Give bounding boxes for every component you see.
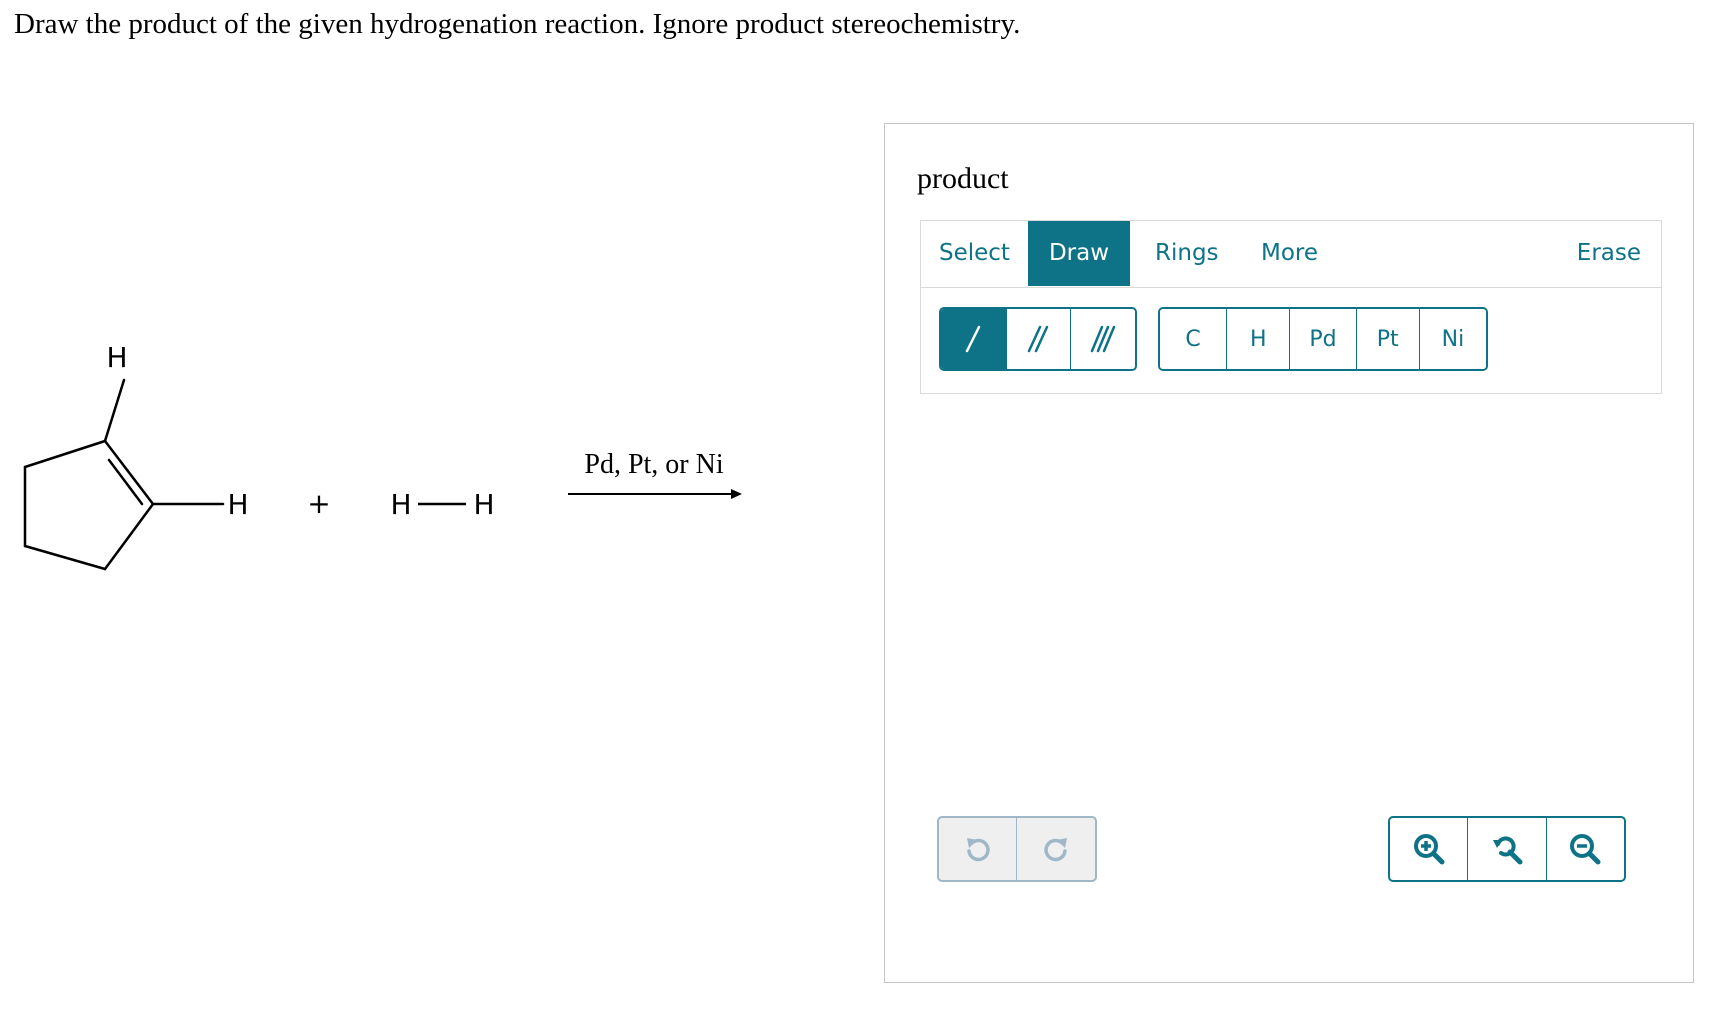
reaction-scheme: H H + H H Pd, Pt, or Ni bbox=[23, 341, 742, 571]
h2-right-atom: H bbox=[473, 488, 494, 521]
history-button-group bbox=[937, 816, 1097, 882]
bond-c3-c4 bbox=[23, 544, 107, 571]
bond-c2-c3 bbox=[103, 502, 155, 571]
editor-tab-bar: Select Draw Rings More Erase bbox=[921, 221, 1661, 288]
bond-c1-c2 bbox=[103, 439, 155, 506]
triple-bond-button[interactable] bbox=[1071, 309, 1135, 369]
bond-c1-h bbox=[103, 378, 126, 443]
cyclopentene-structure bbox=[23, 378, 225, 571]
reaction-arrow bbox=[568, 489, 742, 499]
zoom-out-button[interactable] bbox=[1547, 818, 1624, 880]
double-bond-icon bbox=[1028, 325, 1049, 353]
single-bond-icon bbox=[966, 325, 981, 353]
atom-tool-group: C H Pd Pt Ni bbox=[1158, 307, 1488, 371]
product-answer-panel: product Select Draw Rings More Erase C H… bbox=[884, 123, 1694, 983]
tab-more[interactable]: More bbox=[1261, 221, 1318, 286]
atom-h-right: H bbox=[227, 488, 248, 521]
atom-h-button[interactable]: H bbox=[1227, 309, 1291, 369]
triple-bond-icon bbox=[1090, 325, 1116, 353]
h2-left-atom: H bbox=[390, 488, 411, 521]
tab-select[interactable]: Select bbox=[939, 221, 1010, 286]
tab-draw[interactable]: Draw bbox=[1028, 221, 1130, 286]
atom-h-top: H bbox=[106, 341, 127, 374]
zoom-out-icon bbox=[1570, 834, 1601, 865]
question-text: Draw the product of the given hydrogenat… bbox=[14, 8, 1021, 40]
atom-c-button[interactable]: C bbox=[1160, 309, 1228, 369]
redo-button[interactable] bbox=[1017, 818, 1095, 880]
double-bond-button[interactable] bbox=[1006, 309, 1072, 369]
single-bond-button[interactable] bbox=[941, 309, 1007, 369]
bond-tool-group bbox=[939, 307, 1137, 371]
zoom-reset-button[interactable] bbox=[1468, 818, 1547, 880]
redo-icon bbox=[1044, 838, 1067, 862]
zoom-button-group bbox=[1388, 816, 1626, 882]
atom-pt-button[interactable]: Pt bbox=[1356, 309, 1420, 369]
zoom-in-button[interactable] bbox=[1390, 818, 1469, 880]
panel-title: product bbox=[917, 162, 1009, 195]
undo-button[interactable] bbox=[939, 818, 1017, 880]
plus-sign: + bbox=[307, 487, 330, 520]
zoom-in-icon bbox=[1413, 834, 1445, 865]
zoom-reset-icon bbox=[1492, 836, 1523, 865]
undo-icon bbox=[966, 838, 990, 862]
tab-erase[interactable]: Erase bbox=[1577, 221, 1641, 286]
molecule-editor-toolbar: Select Draw Rings More Erase C H Pd Pt N… bbox=[920, 220, 1662, 394]
atom-pd-button[interactable]: Pd bbox=[1290, 309, 1357, 369]
bond-c5-c1 bbox=[23, 439, 107, 469]
reaction-conditions: Pd, Pt, or Ni bbox=[584, 449, 723, 480]
tab-rings[interactable]: Rings bbox=[1155, 221, 1219, 286]
atom-ni-button[interactable]: Ni bbox=[1419, 309, 1486, 369]
